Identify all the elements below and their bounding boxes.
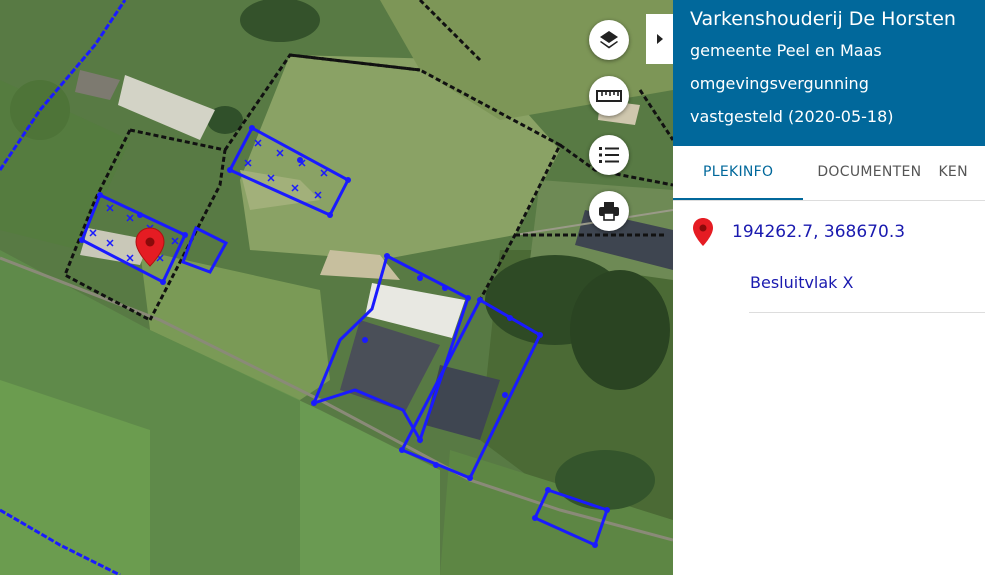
panel-collapse-button[interactable] [646, 14, 673, 64]
tab-documenten[interactable]: DOCUMENTEN [803, 146, 938, 200]
plan-municipality: gemeente Peel en Maas [690, 41, 882, 60]
legend-button[interactable] [589, 135, 629, 175]
legend-list-icon [599, 147, 619, 163]
plan-status: vastgesteld (2020-05-18) [690, 107, 894, 126]
tab-kenmerken[interactable]: KEN [938, 146, 981, 200]
panel-header: Varkenshouderij De Horsten gemeente Peel… [673, 0, 985, 146]
divider [749, 312, 985, 313]
caret-right-icon [656, 34, 663, 44]
tab-plekinfo[interactable]: PLEKINFO [673, 146, 804, 200]
aerial-map[interactable] [0, 0, 673, 575]
print-icon [599, 202, 619, 221]
layers-icon [600, 31, 618, 49]
ruler-icon [596, 90, 622, 102]
besluitvlak-link[interactable]: Besluitvlak X [750, 271, 985, 295]
plan-type: omgevingsvergunning [690, 74, 869, 93]
layers-button[interactable] [589, 20, 629, 60]
measure-button[interactable] [589, 76, 629, 116]
map-pin-icon [693, 218, 713, 246]
panel-tabs: PLEKINFO DOCUMENTEN KEN [673, 146, 985, 201]
print-button[interactable] [589, 191, 629, 231]
map-view[interactable] [0, 0, 673, 575]
plan-title: Varkenshouderij De Horsten [690, 8, 956, 30]
info-panel: Varkenshouderij De Horsten gemeente Peel… [673, 0, 985, 575]
location-row: 194262.7, 368670.3 [673, 201, 985, 263]
coordinates-text: 194262.7, 368670.3 [732, 222, 906, 242]
